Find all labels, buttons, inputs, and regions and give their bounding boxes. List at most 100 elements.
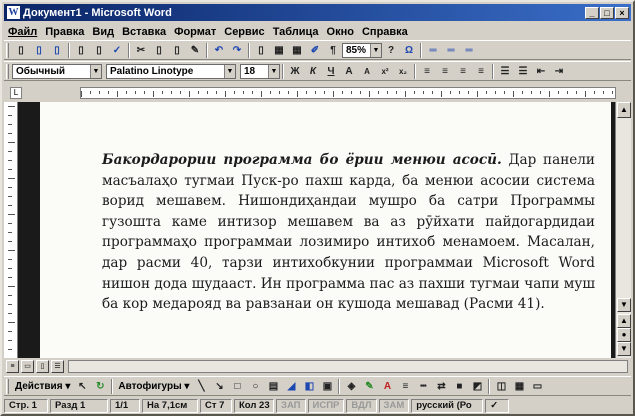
tables-icon[interactable]: ▦ <box>271 43 287 58</box>
print-icon[interactable]: ▯ <box>73 43 89 58</box>
numbering-icon[interactable]: ☰ <box>497 64 513 79</box>
bold-icon[interactable]: Ж <box>287 64 303 79</box>
minimize-button[interactable]: _ <box>585 6 599 19</box>
picture-icon[interactable]: ▣ <box>319 379 335 394</box>
next-page-button[interactable]: ▼ <box>617 342 631 356</box>
toolbar-grip[interactable] <box>6 63 9 79</box>
shadow-icon[interactable]: ■ <box>451 379 467 394</box>
maximize-button[interactable]: □ <box>600 6 614 19</box>
underline-icon[interactable]: Ч <box>323 64 339 79</box>
browse-object-button[interactable]: ● <box>617 328 631 342</box>
align-right-icon[interactable]: ≡ <box>455 64 471 79</box>
status-ext[interactable]: ВДЛ <box>346 399 377 413</box>
extra-icon[interactable]: ◫ <box>493 379 509 394</box>
autoshapes-menu[interactable]: Автофигуры ▾ <box>115 381 192 392</box>
print-preview-icon[interactable]: ▯ <box>91 43 107 58</box>
help-icon[interactable]: ? <box>383 43 399 58</box>
status-rec[interactable]: ЗАП <box>276 399 306 413</box>
bullets-icon[interactable]: ☰ <box>515 64 531 79</box>
omega-icon[interactable]: Ω <box>401 43 417 58</box>
menu-view[interactable]: Вид <box>88 26 118 38</box>
drawing-icon[interactable]: ✐ <box>307 43 323 58</box>
chevron-down-icon[interactable]: ▼ <box>268 64 279 78</box>
outline-view-icon[interactable]: ☰ <box>51 359 64 373</box>
normal-view-icon[interactable]: ≡ <box>6 359 19 373</box>
wordart-icon[interactable]: ◢ <box>283 379 299 394</box>
menu-edit[interactable]: Правка <box>41 26 88 38</box>
line-color-icon[interactable]: ✎ <box>361 379 377 394</box>
align-center-icon[interactable]: ≡ <box>437 64 453 79</box>
vertical-scrollbar[interactable]: ▲ ▼ ▲ ● ▼ <box>615 102 631 358</box>
line-style-icon[interactable]: ═ <box>443 43 459 58</box>
vertical-ruler[interactable] <box>4 102 18 358</box>
zoom-select[interactable]: 85% ▼ <box>342 42 382 58</box>
web-view-icon[interactable]: ▭ <box>21 359 34 373</box>
insert-table-icon[interactable]: ▦ <box>289 43 305 58</box>
superscript-icon[interactable]: x² <box>377 64 393 79</box>
menu-insert[interactable]: Вставка <box>118 26 170 38</box>
textbox-icon[interactable]: ▤ <box>265 379 281 394</box>
format-painter-icon[interactable]: ✎ <box>187 43 203 58</box>
menu-help[interactable]: Справка <box>358 26 412 38</box>
undo-icon[interactable]: ↶ <box>211 43 227 58</box>
extra-icon[interactable]: ▦ <box>511 379 527 394</box>
status-trk[interactable]: ИСПР <box>307 399 345 413</box>
font-size-select[interactable]: 18 ▼ <box>240 63 280 79</box>
horizontal-ruler[interactable] <box>80 87 616 99</box>
clipart-icon[interactable]: ◧ <box>301 379 317 394</box>
font-select[interactable]: Palatino Linotype ▼ <box>106 63 236 79</box>
paste-icon[interactable]: ▯ <box>169 43 185 58</box>
actions-menu[interactable]: Действия ▾ <box>12 381 73 392</box>
open-icon[interactable]: ▯ <box>31 43 47 58</box>
line-style-icon[interactable]: ═ <box>461 43 477 58</box>
line-weight-icon[interactable]: ≡ <box>397 379 413 394</box>
3d-icon[interactable]: ◩ <box>469 379 485 394</box>
menu-table[interactable]: Таблица <box>269 26 323 38</box>
word-app-icon[interactable]: W <box>7 6 20 19</box>
new-icon[interactable]: ▯ <box>13 43 29 58</box>
grow-font-icon[interactable]: A <box>341 64 357 79</box>
align-left-icon[interactable]: ≡ <box>419 64 435 79</box>
print-layout-icon[interactable]: ▯ <box>36 359 49 373</box>
document-page[interactable]: Бакордарории программа бо ёрии менюи асо… <box>40 102 611 358</box>
tab-selector[interactable]: L <box>10 87 22 99</box>
menu-tools[interactable]: Сервис <box>220 26 268 38</box>
toolbar-grip[interactable] <box>6 42 9 58</box>
oval-icon[interactable]: ○ <box>247 379 263 394</box>
justify-icon[interactable]: ≡ <box>473 64 489 79</box>
chevron-down-icon[interactable]: ▼ <box>90 64 101 78</box>
document-paragraph[interactable]: Бакордарории программа бо ёрии менюи асо… <box>102 150 595 315</box>
style-select[interactable]: Обычный ▼ <box>12 63 102 79</box>
chevron-down-icon[interactable]: ▼ <box>224 64 235 78</box>
status-ovr[interactable]: ЗАМ <box>378 399 410 413</box>
save-icon[interactable]: ▯ <box>49 43 65 58</box>
font-color-icon[interactable]: A <box>379 379 395 394</box>
horizontal-scrollbar[interactable] <box>68 359 628 373</box>
spelling-icon[interactable]: ✓ <box>109 43 125 58</box>
close-button[interactable]: × <box>615 6 629 19</box>
arrow-icon[interactable]: ↘ <box>211 379 227 394</box>
shrink-font-icon[interactable]: A <box>359 64 375 79</box>
select-objects-icon[interactable]: ↖ <box>74 379 90 394</box>
chevron-down-icon[interactable]: ▼ <box>370 43 381 57</box>
hyperlink-icon[interactable]: ▯ <box>253 43 269 58</box>
redo-icon[interactable]: ↷ <box>229 43 245 58</box>
previous-page-button[interactable]: ▲ <box>617 314 631 328</box>
scroll-down-button[interactable]: ▼ <box>617 298 631 312</box>
increase-indent-icon[interactable]: ⇥ <box>551 64 567 79</box>
rotate-icon[interactable]: ↻ <box>92 379 108 394</box>
italic-icon[interactable]: К <box>305 64 321 79</box>
arrow-style-icon[interactable]: ⇄ <box>433 379 449 394</box>
menu-format[interactable]: Формат <box>170 26 220 38</box>
line-style-icon[interactable]: ═ <box>425 43 441 58</box>
copy-icon[interactable]: ▯ <box>151 43 167 58</box>
show-hide-icon[interactable]: ¶ <box>325 43 341 58</box>
extra-icon[interactable]: ▭ <box>529 379 545 394</box>
line-icon[interactable]: ╲ <box>193 379 209 394</box>
menu-window[interactable]: Окно <box>323 26 358 38</box>
fill-color-icon[interactable]: ◈ <box>343 379 359 394</box>
cut-icon[interactable]: ✂ <box>133 43 149 58</box>
spelling-status-icon[interactable]: ✓ <box>485 399 510 413</box>
toolbar-grip[interactable] <box>6 378 9 394</box>
menu-file[interactable]: Файл <box>4 26 41 38</box>
